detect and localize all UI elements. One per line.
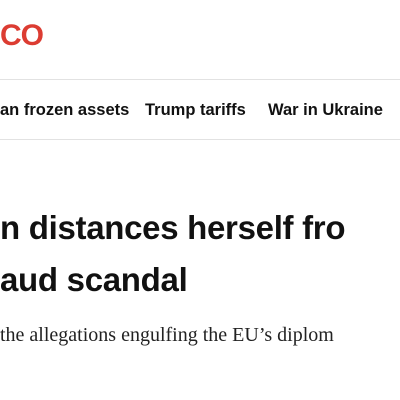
header-divider [0,79,400,80]
nav-divider [0,139,400,140]
article-page: CO an frozen assets Trump tariffs War in… [0,0,400,400]
nav-item-war-in-ukraine[interactable]: War in Ukraine [268,96,383,124]
topic-nav: an frozen assets Trump tariffs War in Uk… [0,96,400,124]
site-logo[interactable]: CO [0,14,44,58]
headline-line-2: aud scandal [0,261,188,298]
article-headline: n distances herself fro aud scandal [0,202,400,306]
nav-item-frozen-assets[interactable]: an frozen assets [0,96,129,124]
nav-item-trump-tariffs[interactable]: Trump tariffs [145,96,246,124]
headline-line-1: n distances herself fro [0,209,346,246]
article-subhead: the allegations engulfing the EU’s diplo… [0,324,334,346]
